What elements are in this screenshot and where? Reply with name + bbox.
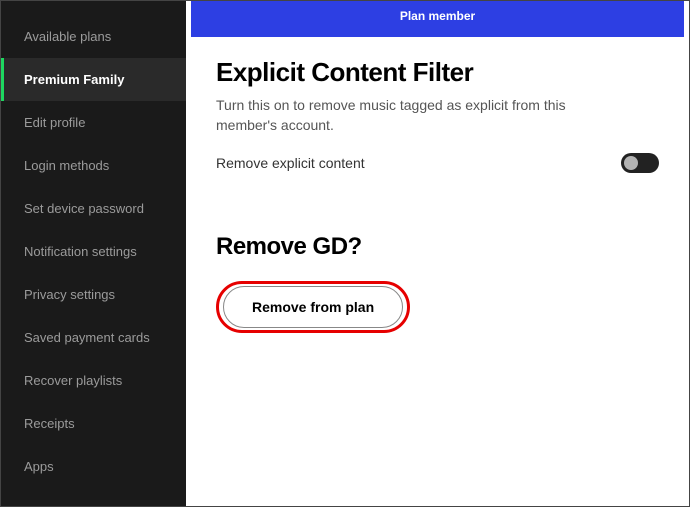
sidebar-item-recover-playlists[interactable]: Recover playlists bbox=[1, 359, 186, 402]
page-header: Plan member bbox=[191, 1, 684, 37]
sidebar-item-apps[interactable]: Apps bbox=[1, 445, 186, 488]
sidebar-item-label: Receipts bbox=[24, 416, 75, 431]
explicit-filter-title: Explicit Content Filter bbox=[216, 57, 659, 88]
sidebar-item-label: Available plans bbox=[24, 29, 111, 44]
remove-member-title: Remove GD? bbox=[216, 233, 659, 261]
explicit-filter-description: Turn this on to remove music tagged as e… bbox=[216, 96, 616, 135]
explicit-toggle-row: Remove explicit content bbox=[216, 153, 659, 173]
explicit-content-toggle[interactable] bbox=[621, 153, 659, 173]
sidebar-item-premium-family[interactable]: Premium Family bbox=[1, 58, 186, 101]
sidebar-item-saved-payment-cards[interactable]: Saved payment cards bbox=[1, 316, 186, 359]
sidebar-item-privacy-settings[interactable]: Privacy settings bbox=[1, 273, 186, 316]
sidebar-item-available-plans[interactable]: Available plans bbox=[1, 15, 186, 58]
sidebar-item-receipts[interactable]: Receipts bbox=[1, 402, 186, 445]
remove-button-highlight: Remove from plan bbox=[216, 281, 410, 333]
sidebar-item-label: Premium Family bbox=[24, 72, 124, 87]
explicit-toggle-label: Remove explicit content bbox=[216, 155, 365, 171]
sidebar-item-label: Saved payment cards bbox=[24, 330, 150, 345]
sidebar-item-label: Notification settings bbox=[24, 244, 137, 259]
sidebar-item-label: Recover playlists bbox=[24, 373, 122, 388]
sidebar-item-set-device-password[interactable]: Set device password bbox=[1, 187, 186, 230]
main-content: Plan member Explicit Content Filter Turn… bbox=[186, 1, 689, 506]
sidebar: Available plans Premium Family Edit prof… bbox=[1, 1, 186, 506]
sidebar-item-label: Set device password bbox=[24, 201, 144, 216]
remove-from-plan-button[interactable]: Remove from plan bbox=[223, 286, 403, 328]
toggle-knob bbox=[624, 156, 638, 170]
sidebar-item-label: Privacy settings bbox=[24, 287, 115, 302]
sidebar-item-notification-settings[interactable]: Notification settings bbox=[1, 230, 186, 273]
sidebar-item-label: Edit profile bbox=[24, 115, 85, 130]
sidebar-item-login-methods[interactable]: Login methods bbox=[1, 144, 186, 187]
page-header-title: Plan member bbox=[400, 9, 475, 23]
sidebar-item-edit-profile[interactable]: Edit profile bbox=[1, 101, 186, 144]
sidebar-item-label: Apps bbox=[24, 459, 54, 474]
sidebar-item-label: Login methods bbox=[24, 158, 109, 173]
